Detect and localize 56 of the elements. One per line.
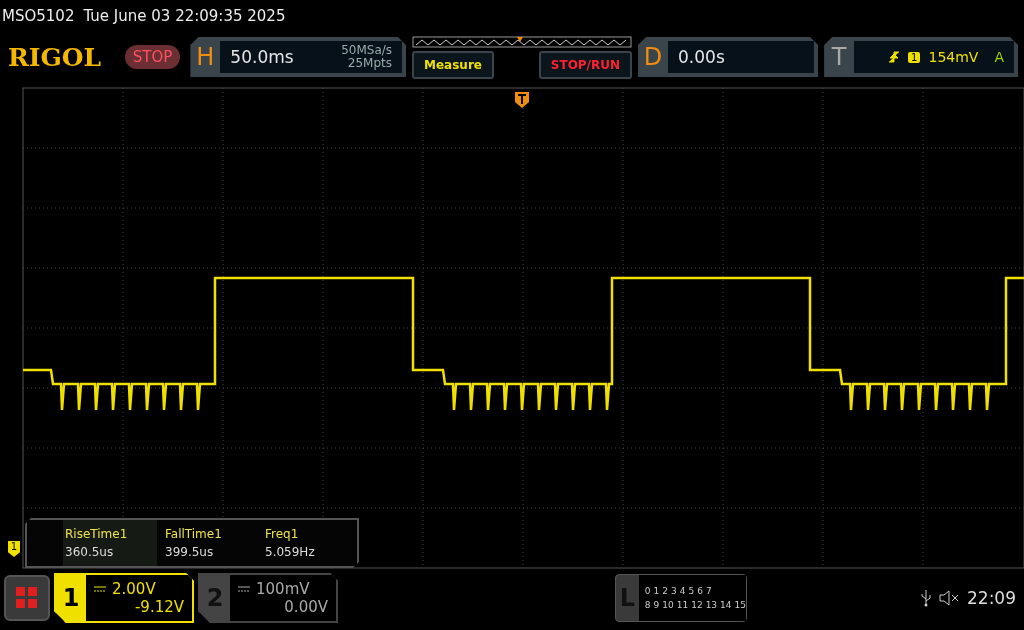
- brand-logo: RIGOL: [8, 42, 103, 72]
- grid-icon: [15, 586, 39, 610]
- measurement-name: Freq1: [265, 527, 300, 541]
- logic-channel-number: 5: [688, 586, 695, 596]
- logic-channel-number: 10: [662, 600, 674, 610]
- logic-channel-number: 3: [671, 586, 677, 596]
- stop-run-button[interactable]: STOP/RUN: [538, 50, 633, 79]
- measurement-name: FallTime1: [165, 527, 223, 541]
- horizontal-label: H: [195, 43, 216, 71]
- timebase-value: 50.0ms: [230, 47, 294, 67]
- channel-panel[interactable]: 1 2.00V -9.12V: [54, 573, 194, 623]
- usb-icon: [921, 589, 931, 607]
- delay-panel[interactable]: D 0.00s: [638, 37, 819, 77]
- logic-channel-number: 4: [679, 586, 686, 596]
- vertical-offset: 0.00V: [284, 598, 328, 616]
- trigger-panel[interactable]: T 1 154mV A: [824, 37, 1018, 77]
- muted-speaker-icon: [939, 590, 959, 606]
- vertical-scale: 2.00V: [112, 580, 156, 598]
- delay-value: 0.00s: [678, 47, 725, 67]
- dc-coupling-icon: [94, 586, 106, 592]
- vertical-offset: -9.12V: [134, 598, 184, 616]
- trigger-level: 154mV: [928, 49, 979, 65]
- instrument-model: MSO5102: [2, 7, 75, 25]
- logic-channel-number: 11: [676, 600, 689, 610]
- logic-channel-number: 13: [705, 600, 718, 610]
- date-time: Tue June 03 22:09:35 2025: [83, 7, 286, 25]
- measure-button[interactable]: Measure: [412, 50, 494, 79]
- trigger-source-badge: 1: [908, 51, 921, 63]
- logic-channel-number: 14: [720, 600, 732, 610]
- memory-depth: 25Mpts: [347, 57, 393, 70]
- channel-number: 1: [61, 583, 81, 614]
- trigger-mode: A: [994, 49, 1004, 65]
- logic-channel-number: 1: [653, 586, 660, 596]
- logic-channel-number: 9: [653, 600, 660, 610]
- logic-channel-number: 2: [662, 586, 668, 596]
- measurement-value: 5.059Hz: [265, 545, 316, 559]
- logic-channel-number: 0: [644, 586, 651, 596]
- dc-coupling-icon: [238, 586, 250, 592]
- vertical-scale: 100mV: [256, 580, 310, 598]
- logic-channel-number: 12: [691, 600, 703, 610]
- memory-overview-icon: [412, 35, 633, 48]
- rising-edge-icon: [888, 50, 901, 64]
- measurement-name: RiseTime1: [65, 527, 129, 541]
- app-menu-button[interactable]: [4, 575, 50, 621]
- sample-rate: 50MSa/s: [341, 44, 393, 57]
- trigger-label: T: [830, 43, 848, 71]
- channel-marker[interactable]: 1: [8, 541, 20, 557]
- horizontal-panel[interactable]: H 50.0ms 50MSa/s 25Mpts: [190, 37, 407, 77]
- measurement-value: 399.5us: [165, 545, 215, 559]
- logic-channel-number: 15: [734, 600, 746, 610]
- clock-time: 22:09: [967, 588, 1016, 608]
- logic-channel-number: 6: [697, 586, 703, 596]
- logic-channel-number: 7: [705, 586, 712, 596]
- logic-channel-number: 8: [644, 600, 651, 610]
- measurement-value: 360.5us: [65, 545, 115, 559]
- delay-label: D: [642, 43, 664, 71]
